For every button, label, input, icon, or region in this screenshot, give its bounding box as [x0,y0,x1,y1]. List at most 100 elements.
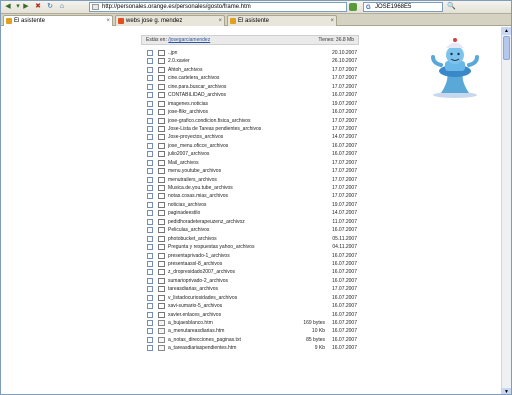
file-name[interactable]: Peliculas_archivos [168,226,209,234]
file-name[interactable]: menu.youtube_archivos [168,167,221,175]
file-name[interactable]: photobucket_archivos [168,235,217,243]
scroll-thumb[interactable] [503,36,510,60]
file-name[interactable]: a_menutareasdiarias.htm [168,327,224,335]
select-checkbox[interactable] [147,244,153,251]
file-row[interactable]: Musica.de.you.tube_archivos 17.07.2007 [141,184,359,192]
file-name[interactable]: v_listadocuriosidades_archivos [168,294,237,302]
file-row[interactable]: photobucket_archivos 05.11.2007 [141,235,359,243]
file-name[interactable]: Mail_archivos [168,159,199,167]
address-bar[interactable]: http://personales.orange.es/personales/g… [89,2,347,12]
file-row[interactable]: Jose-proyectos_archivos 14.07.2007 [141,133,359,141]
select-checkbox[interactable] [147,286,153,293]
tab-webs-jose[interactable]: webs jose g. mendez × [115,15,225,26]
file-row[interactable]: jose_menu.oficce_archivos 16.07.2007 [141,142,359,150]
select-checkbox[interactable] [147,109,153,116]
stop-icon[interactable]: ✖ [34,3,42,11]
file-name[interactable]: Jose-proyectos_archivos [168,133,223,141]
file-row[interactable]: Jose-Lista de Tareas pendientes_archivos… [141,125,359,133]
select-checkbox[interactable] [147,260,153,267]
reload-icon[interactable]: ↻ [46,3,54,11]
select-checkbox[interactable] [147,151,153,158]
scroll-up-icon[interactable]: ▲ [502,27,511,35]
select-checkbox[interactable] [147,75,153,82]
file-name[interactable]: a_tareasdiariaspendientes.htm [168,344,236,352]
file-row[interactable]: notas.cosas.mias_archivos 17.07.2007 [141,192,359,200]
file-name[interactable]: CONTABILIDAD_archivos [168,91,226,99]
select-checkbox[interactable] [147,345,153,352]
select-checkbox[interactable] [147,303,153,310]
file-name[interactable]: ..jpn [168,49,177,57]
dropdown-icon[interactable]: ▾ [14,3,22,11]
file-row[interactable]: tareasdiarias_archivos 17.07.2007 [141,285,359,293]
file-name[interactable]: Jose-Lista de Tareas pendientes_archivos [168,125,261,133]
select-checkbox[interactable] [147,328,153,335]
file-name[interactable]: imagenes.noticias [168,100,208,108]
scroll-down-icon[interactable]: ▼ [502,388,511,394]
file-name[interactable]: jose-flikr_archivos [168,108,208,116]
tab-el-asistente-2[interactable]: El asistente × [227,15,337,26]
file-name[interactable]: a_bujaesblanco.htm [168,319,213,327]
file-name[interactable]: Ahtoh_archivos [168,66,202,74]
file-name[interactable]: a_notas_direcciones_paginas.txt [168,336,241,344]
file-row[interactable]: presentaprivado-1_archivos 16.07.2007 [141,252,359,260]
file-row[interactable]: 2.0.xavier 26.10.2007 [141,57,359,65]
file-name[interactable]: sumarioprivado-2_archivos [168,277,228,285]
file-row[interactable]: cine.para.buscar_archivos 17.07.2007 [141,83,359,91]
select-checkbox[interactable] [147,269,153,276]
select-checkbox[interactable] [147,210,153,217]
forward-icon[interactable]: ▶ [22,3,30,11]
select-checkbox[interactable] [147,117,153,124]
file-row[interactable]: v_listadocuriosidades_archivos 16.07.2007 [141,294,359,302]
file-row[interactable]: menutrailers_archivos 17.07.2007 [141,176,359,184]
file-row[interactable]: Pregunta y respuestas yahoo_archivos 04.1… [141,243,359,251]
back-icon[interactable]: ◀ [4,3,12,11]
file-row[interactable]: a_bujaesblanco.htm 169 bytes 16.07.2007 [141,319,359,327]
select-checkbox[interactable] [147,92,153,99]
search-box[interactable]: G JOSE1968E5 [363,2,443,12]
tab-el-asistente[interactable]: El asistente × [3,15,113,26]
file-row[interactable]: paginadeestilo 14.07.2007 [141,209,359,217]
file-row[interactable]: Ahtoh_archivos 17.07.2007 [141,66,359,74]
file-name[interactable]: xavi-sumario-5_archivos [168,302,222,310]
file-row[interactable]: xavier.enlaces_archivos 16.07.2007 [141,311,359,319]
select-checkbox[interactable] [147,277,153,284]
select-checkbox[interactable] [147,252,153,259]
file-name[interactable]: pedidhoradeterapeuzenz_archivoz [168,218,245,226]
file-name[interactable]: xavier.enlaces_archivos [168,311,221,319]
select-checkbox[interactable] [147,218,153,225]
select-checkbox[interactable] [147,201,153,208]
file-row[interactable]: a_menutareasdiarias.htm 10 Kb 16.07.2007 [141,327,359,335]
file-name[interactable]: z_dropresidado2007_archivos [168,268,235,276]
select-checkbox[interactable] [147,227,153,234]
select-checkbox[interactable] [147,320,153,326]
file-row[interactable]: julio2007_archivos 16.07.2007 [141,150,359,158]
select-checkbox[interactable] [147,176,153,183]
vertical-scrollbar[interactable]: ▲ ▼ [501,27,511,394]
file-name[interactable]: notas.cosas.mias_archivos [168,192,228,200]
select-checkbox[interactable] [147,50,153,56]
select-checkbox[interactable] [147,311,153,318]
file-row[interactable]: sumarioprivado-2_archivos 16.07.2007 [141,277,359,285]
file-row[interactable]: imagenes.noticias 19.07.2007 [141,100,359,108]
file-name[interactable]: tareasdiarias_archivos [168,285,218,293]
file-row[interactable]: Mail_archivos 17.07.2007 [141,159,359,167]
path-link[interactable]: /josegarciamendez [168,37,210,43]
select-checkbox[interactable] [147,58,153,65]
file-name[interactable]: cine.para.buscar_archivos [168,83,226,91]
file-name[interactable]: cine.cartelera_archivos [168,74,219,82]
close-tab-icon[interactable]: × [106,16,110,26]
file-row[interactable]: noticias_archivos 19.07.2007 [141,201,359,209]
file-name[interactable]: Musica.de.you.tube_archivos [168,184,233,192]
file-name[interactable]: julio2007_archivos [168,150,209,158]
file-row[interactable]: a_tareasdiariaspendientes.htm 9 Kb 16.07.2… [141,344,359,352]
close-tab-icon[interactable]: × [218,16,222,26]
go-button[interactable] [349,3,357,11]
select-checkbox[interactable] [147,294,153,301]
file-name[interactable]: Pregunta y respuestas yahoo_archivos [168,243,254,251]
select-checkbox[interactable] [147,235,153,242]
file-row[interactable]: menu.youtube_archivos 17.07.2007 [141,167,359,175]
file-row[interactable]: xavi-sumario-5_archivos 16.07.2007 [141,302,359,310]
file-name[interactable]: presentaasxl-8_archivos [168,260,222,268]
file-name[interactable]: jose_menu.oficce_archivos [168,142,228,150]
file-name[interactable]: menutrailers_archivos [168,176,217,184]
